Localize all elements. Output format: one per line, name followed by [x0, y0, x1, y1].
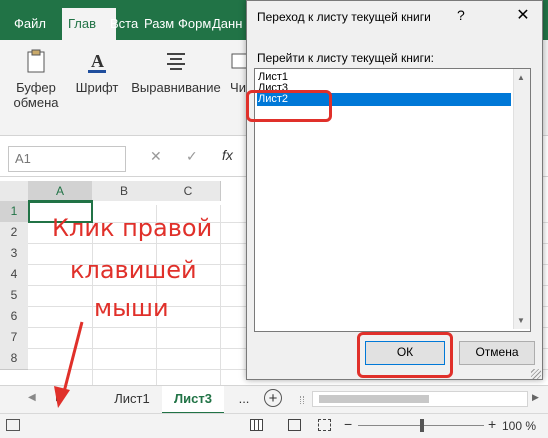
number-group[interactable]: Чи	[228, 48, 248, 95]
row-header-6[interactable]: 6	[0, 306, 28, 328]
row-header-5[interactable]: 5	[0, 285, 28, 307]
font-group[interactable]: A Шрифт	[72, 48, 122, 95]
row-header-7[interactable]: 7	[0, 327, 28, 349]
select-all-corner[interactable]	[0, 181, 28, 201]
sheet-list-label: Перейти к листу текущей книги:	[257, 51, 434, 65]
column-header-c[interactable]: C	[156, 181, 221, 201]
number-icon	[231, 53, 248, 69]
row-header-4[interactable]: 4	[0, 264, 28, 286]
number-label: Чи	[230, 80, 246, 95]
svg-text:A: A	[91, 51, 104, 71]
annotation-line-1: Клик правой	[52, 214, 213, 242]
font-icon: A	[88, 51, 106, 73]
cancel-icon[interactable]: ✕	[150, 148, 162, 165]
dialog-title: Переход к листу текущей книги	[257, 10, 431, 24]
zoom-level[interactable]: 100 %	[502, 419, 536, 433]
scroll-down-icon[interactable]: ▼	[517, 316, 525, 325]
more-sheets-button[interactable]: ...	[234, 386, 254, 412]
ok-button-highlight	[357, 332, 453, 378]
alignment-label: Выравнивание	[131, 80, 221, 95]
normal-view-icon[interactable]	[250, 419, 263, 431]
clipboard-label-2: обмена	[13, 95, 59, 110]
status-bar: − + 100 %	[0, 413, 548, 438]
cancel-button[interactable]: Отмена	[459, 341, 535, 365]
horizontal-scrollbar[interactable]	[312, 391, 528, 407]
clipboard-icon	[27, 49, 45, 73]
page-break-view-icon[interactable]	[318, 419, 331, 431]
help-icon[interactable]: ?	[457, 7, 465, 23]
scroll-up-icon[interactable]: ▲	[517, 73, 525, 82]
scroll-left-icon[interactable]: ◀	[28, 392, 36, 403]
enter-icon[interactable]: ✓	[186, 148, 198, 165]
selected-sheet-highlight	[246, 90, 332, 122]
scrollbar-thumb[interactable]	[319, 395, 429, 403]
fx-icon[interactable]: fx	[222, 147, 233, 163]
row-header-1[interactable]: 1	[0, 201, 28, 223]
gridline	[220, 205, 221, 385]
font-label: Шрифт	[75, 80, 119, 95]
row-header-2[interactable]: 2	[0, 222, 28, 244]
alignment-group[interactable]: Выравнивание	[130, 48, 222, 95]
clipboard-label-1: Буфер	[16, 80, 56, 95]
sheet-tab-list1[interactable]: Лист1	[104, 386, 160, 412]
zoom-slider-thumb[interactable]	[420, 419, 424, 432]
sheet-tab-list3[interactable]: Лист3	[162, 386, 224, 415]
resize-grip-icon[interactable]	[531, 369, 541, 379]
clipboard-group[interactable]: Буфер обмена	[6, 48, 66, 110]
row-header-8[interactable]: 8	[0, 348, 28, 370]
macro-record-icon[interactable]	[6, 419, 20, 431]
annotation-line-3: мыши	[94, 294, 169, 322]
row-header-3[interactable]: 3	[0, 243, 28, 265]
go-to-sheet-dialog: Переход к листу текущей книги ? ✕ Перейт…	[246, 0, 543, 380]
add-sheet-button[interactable]: +	[264, 389, 282, 407]
name-box[interactable]: A1	[8, 146, 126, 172]
tab-file[interactable]: Файл	[8, 8, 70, 40]
page-layout-view-icon[interactable]	[288, 419, 301, 431]
zoom-out-icon[interactable]: −	[344, 416, 352, 432]
annotation-arrow-icon	[54, 321, 84, 408]
annotation-line-2: клавишей	[70, 256, 197, 284]
close-icon[interactable]: ✕	[509, 5, 537, 27]
scroll-right-arrow-icon[interactable]: ▶	[532, 392, 539, 403]
vertical-scrollbar[interactable]: ▲ ▼	[513, 69, 530, 329]
column-header-b[interactable]: B	[92, 181, 157, 201]
splitter-handle[interactable]	[300, 396, 304, 404]
align-icon	[167, 53, 185, 70]
zoom-in-icon[interactable]: +	[488, 416, 496, 432]
